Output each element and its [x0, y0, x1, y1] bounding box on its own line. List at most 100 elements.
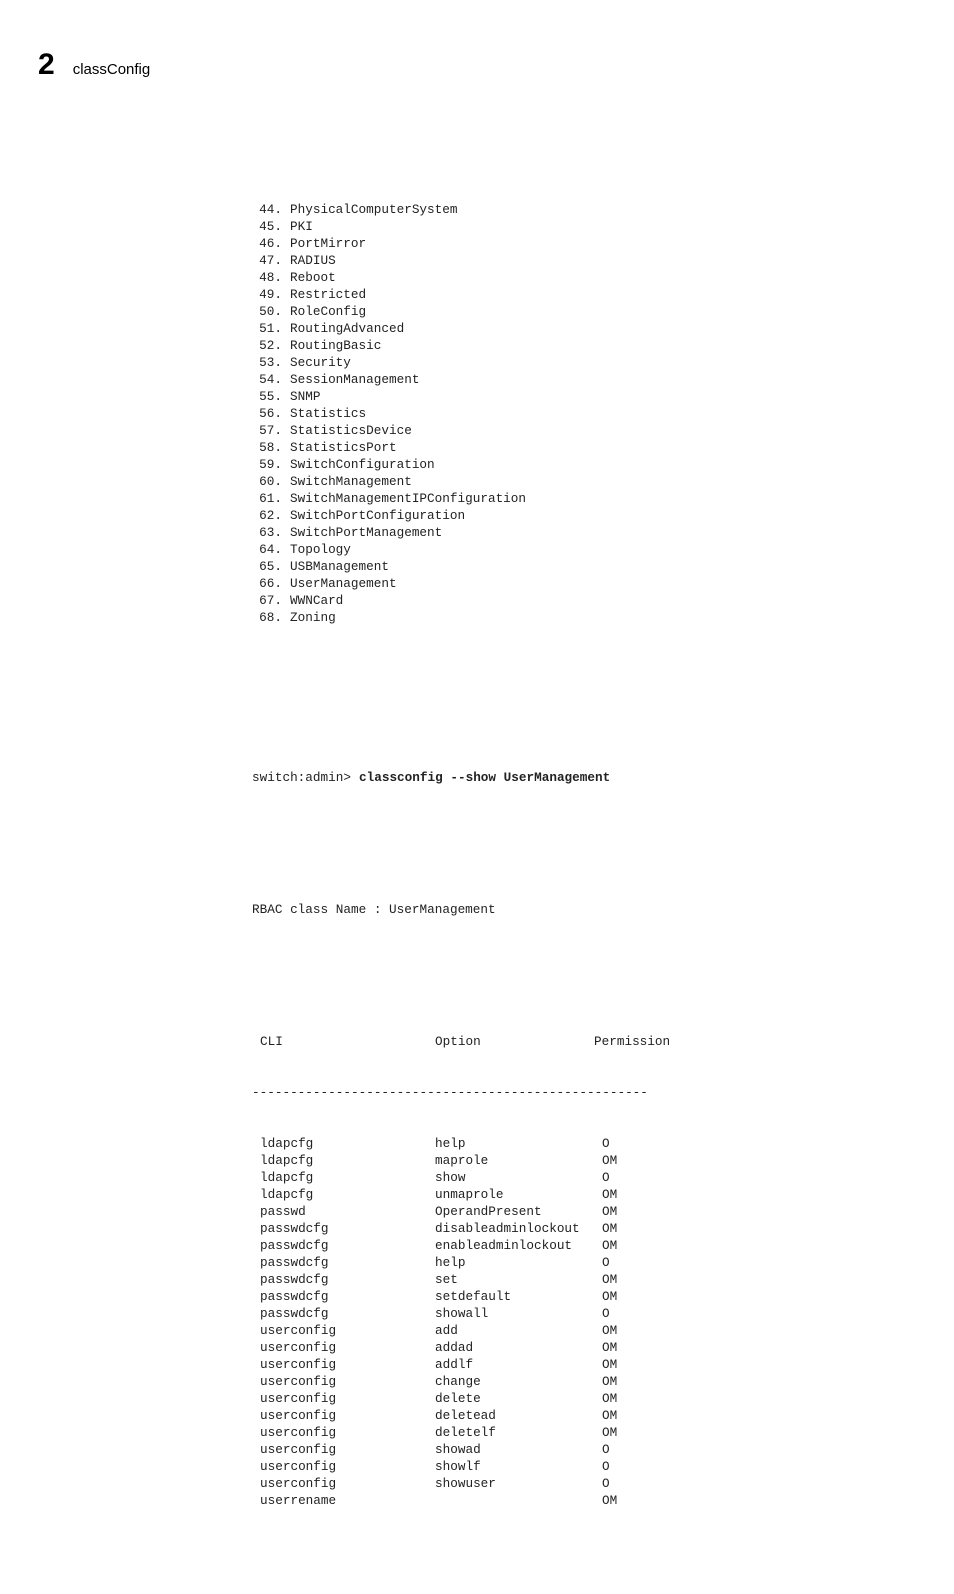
- item-number: 48.: [252, 269, 282, 286]
- item-name: Topology: [290, 541, 351, 558]
- item-name: RoutingAdvanced: [290, 320, 404, 337]
- list-item: 60.SwitchManagement: [252, 473, 916, 490]
- cell-option: addad: [435, 1339, 602, 1356]
- table-row: passwdcfgshowallO: [252, 1305, 916, 1322]
- cell-permission: OM: [602, 1203, 617, 1220]
- command-prompt: switch:admin>: [252, 769, 351, 786]
- item-name: StatisticsPort: [290, 439, 397, 456]
- cell-permission: O: [602, 1475, 610, 1492]
- item-name: RoutingBasic: [290, 337, 381, 354]
- rbac-class-list: 44.PhysicalComputerSystem45.PKI46.PortMi…: [252, 201, 916, 626]
- list-item: 56.Statistics: [252, 405, 916, 422]
- cell-cli: passwdcfg: [260, 1271, 435, 1288]
- item-number: 68.: [252, 609, 282, 626]
- list-item: 67.WWNCard: [252, 592, 916, 609]
- list-item: 45.PKI: [252, 218, 916, 235]
- item-name: SessionManagement: [290, 371, 419, 388]
- cell-option: showuser: [435, 1475, 602, 1492]
- list-item: 48. Reboot: [252, 269, 916, 286]
- table-row: userconfigchangeOM: [252, 1373, 916, 1390]
- cell-option: showlf: [435, 1458, 602, 1475]
- table-header: CLI Option Permission: [252, 1033, 916, 1050]
- column-header-cli: CLI: [260, 1033, 435, 1050]
- item-name: USBManagement: [290, 558, 389, 575]
- cell-permission: O: [602, 1458, 610, 1475]
- list-item: 51. RoutingAdvanced: [252, 320, 916, 337]
- table-row: passwdOperandPresentOM: [252, 1203, 916, 1220]
- cell-cli: ldapcfg: [260, 1152, 435, 1169]
- cell-permission: OM: [602, 1390, 617, 1407]
- table-row: userconfigshowadO: [252, 1441, 916, 1458]
- table-row: ldapcfgmaproleOM: [252, 1152, 916, 1169]
- item-number: 62.: [252, 507, 282, 524]
- list-item: 66.UserManagement: [252, 575, 916, 592]
- item-number: 50.: [252, 303, 282, 320]
- item-name: Restricted: [290, 286, 366, 303]
- table-row: userconfigdeleteOM: [252, 1390, 916, 1407]
- cell-permission: OM: [602, 1492, 617, 1509]
- column-header-option: Option: [435, 1033, 594, 1050]
- table-row: userconfigshowlfO: [252, 1458, 916, 1475]
- item-number: 44.: [252, 201, 282, 218]
- cell-option: show: [435, 1169, 602, 1186]
- list-item: 54.SessionManagement: [252, 371, 916, 388]
- table-row: userrenameOM: [252, 1492, 916, 1509]
- cell-option: help: [435, 1135, 602, 1152]
- table-row: userconfigshowuserO: [252, 1475, 916, 1492]
- table-row: userconfigaddadOM: [252, 1339, 916, 1356]
- item-number: 67.: [252, 592, 282, 609]
- cell-option: OperandPresent: [435, 1203, 602, 1220]
- item-name: Reboot: [290, 269, 336, 286]
- cell-permission: OM: [602, 1356, 617, 1373]
- list-item: 64.Topology: [252, 541, 916, 558]
- cell-permission: OM: [602, 1152, 617, 1169]
- rbac-class-name-line: RBAC class Name : UserManagement: [252, 901, 916, 918]
- cell-option: [435, 1492, 602, 1509]
- cell-option: add: [435, 1322, 602, 1339]
- item-name: PhysicalComputerSystem: [290, 201, 458, 218]
- cell-cli: userconfig: [260, 1475, 435, 1492]
- item-name: SwitchManagementIPConfiguration: [290, 490, 526, 507]
- cell-option: deletead: [435, 1407, 602, 1424]
- item-number: 53.: [252, 354, 282, 371]
- cell-option: deletelf: [435, 1424, 602, 1441]
- item-name: SNMP: [290, 388, 320, 405]
- cell-permission: OM: [602, 1322, 617, 1339]
- page: 2 classConfig 44.PhysicalComputerSystem4…: [0, 0, 954, 1235]
- cell-permission: O: [602, 1441, 610, 1458]
- list-item: 65.USBManagement: [252, 558, 916, 575]
- list-item: 50.RoleConfig: [252, 303, 916, 320]
- cell-permission: OM: [602, 1186, 617, 1203]
- cell-permission: O: [602, 1254, 610, 1271]
- cell-permission: O: [602, 1135, 610, 1152]
- cell-permission: OM: [602, 1407, 617, 1424]
- cell-option: set: [435, 1271, 602, 1288]
- item-name: SwitchConfiguration: [290, 456, 435, 473]
- table-row: ldapcfghelpO: [252, 1135, 916, 1152]
- item-number: 59.: [252, 456, 282, 473]
- cell-cli: ldapcfg: [260, 1169, 435, 1186]
- table-row: passwdcfgsetdefaultOM: [252, 1288, 916, 1305]
- column-header-permission: Permission: [594, 1033, 670, 1050]
- list-item: 57.StatisticsDevice: [252, 422, 916, 439]
- list-item: 49.Restricted: [252, 286, 916, 303]
- cell-option: unmaprole: [435, 1186, 602, 1203]
- item-name: RADIUS: [290, 252, 336, 269]
- item-number: 66.: [252, 575, 282, 592]
- list-item: 58.StatisticsPort: [252, 439, 916, 456]
- cell-option: maprole: [435, 1152, 602, 1169]
- page-body: 44.PhysicalComputerSystem45.PKI46.PortMi…: [252, 150, 916, 1594]
- cell-option: setdefault: [435, 1288, 602, 1305]
- item-name: PKI: [290, 218, 313, 235]
- list-item: 59. SwitchConfiguration: [252, 456, 916, 473]
- cell-cli: ldapcfg: [260, 1186, 435, 1203]
- cell-cli: userconfig: [260, 1407, 435, 1424]
- cell-permission: OM: [602, 1237, 617, 1254]
- cell-cli: passwdcfg: [260, 1288, 435, 1305]
- item-number: 51.: [252, 320, 282, 337]
- list-item: 52.RoutingBasic: [252, 337, 916, 354]
- table-rule: ----------------------------------------…: [252, 1084, 692, 1101]
- list-item: 53.Security: [252, 354, 916, 371]
- chapter-number: 2: [38, 50, 55, 80]
- table-row: userconfigdeleteadOM: [252, 1407, 916, 1424]
